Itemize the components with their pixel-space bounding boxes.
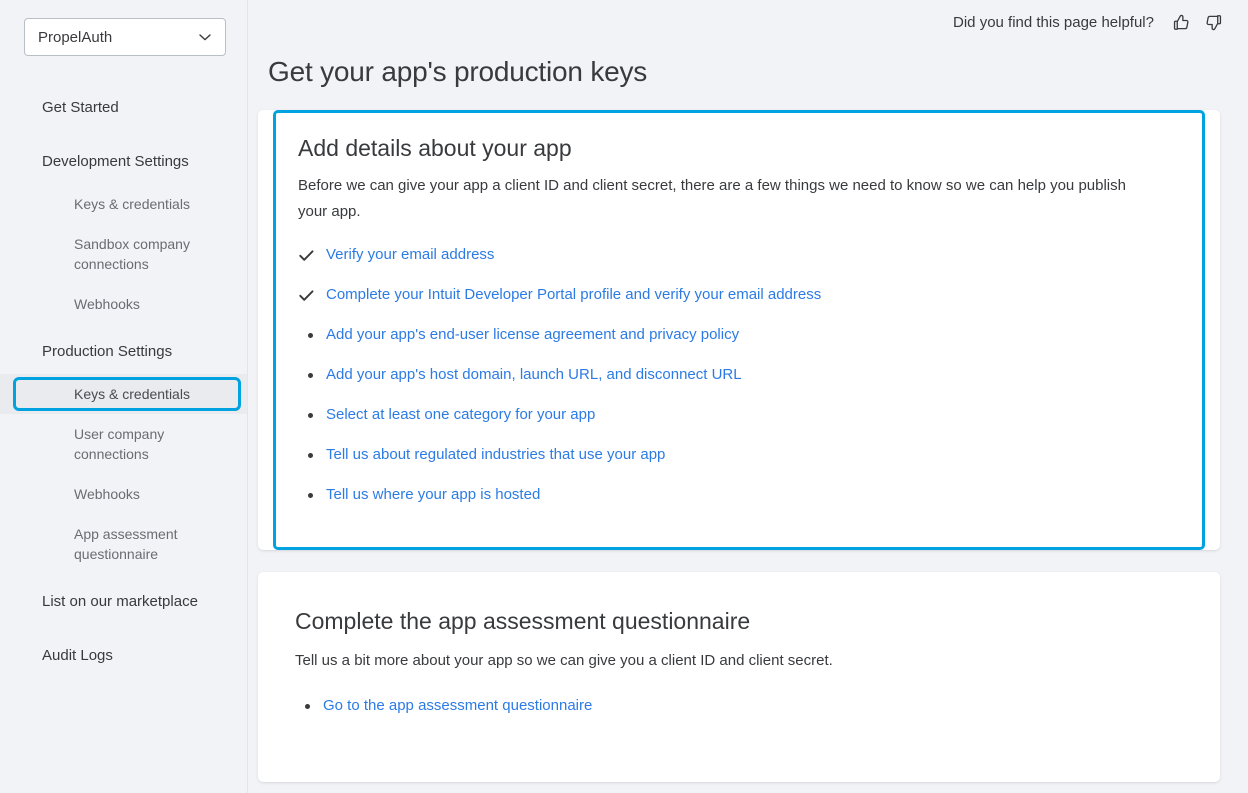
sidebar-item-label: Development Settings (42, 153, 189, 170)
list-item: Add your app's host domain, launch URL, … (298, 365, 1180, 405)
organization-select[interactable]: PropelAuth (24, 18, 226, 56)
checklist-link[interactable]: Tell us where your app is hosted (326, 485, 540, 505)
list-item: Complete your Intuit Developer Portal pr… (298, 285, 1180, 325)
checklist-link[interactable]: Verify your email address (326, 245, 494, 265)
sidebar-item-app-assessment-questionnaire[interactable]: App assessment questionnaire (0, 514, 247, 574)
check-icon (298, 245, 326, 265)
list-item: Tell us where your app is hosted (298, 485, 1180, 525)
list-item: Select at least one category for your ap… (298, 405, 1180, 445)
sidebar-item-label: Sandbox company connections (74, 236, 190, 272)
organization-select-value: PropelAuth (38, 28, 113, 46)
sidebar-item-list-on-our-marketplace[interactable]: List on our marketplace (0, 580, 247, 624)
add-details-title: Add details about your app (298, 135, 572, 161)
add-details-description: Before we can give your app a client ID … (298, 177, 1126, 220)
sidebar-item-label: App assessment questionnaire (74, 526, 178, 562)
sidebar-item-label: Keys & credentials (74, 196, 190, 212)
thumbs-down-icon[interactable] (1202, 10, 1226, 34)
main-content: Did you find this page helpful? Get your… (248, 0, 1248, 793)
sidebar-item-label: Production Settings (42, 343, 173, 360)
list-item: Verify your email address (298, 245, 1180, 285)
sidebar-nav: Get Started Development Settings Keys & … (0, 86, 247, 678)
checklist-link[interactable]: Add your app's host domain, launch URL, … (326, 365, 742, 385)
list-item: Go to the app assessment questionnaire (295, 696, 1198, 736)
sidebar-item-prod-keys-credentials[interactable]: Keys & credentials (0, 374, 247, 414)
list-item: Add your app's end-user license agreemen… (298, 325, 1180, 365)
bullet-icon (295, 696, 323, 716)
sidebar-item-dev-webhooks[interactable]: Webhooks (0, 284, 247, 324)
thumbs-up-icon[interactable] (1168, 10, 1192, 34)
bullet-icon (298, 405, 326, 425)
org-select-container: PropelAuth (0, 0, 247, 56)
sidebar: PropelAuth Get Started Development Setti… (0, 0, 248, 793)
list-item: Tell us about regulated industries that … (298, 445, 1180, 485)
checklist-link[interactable]: Tell us about regulated industries that … (326, 445, 665, 465)
sidebar-item-label: Webhooks (74, 296, 140, 312)
checklist-link[interactable]: Complete your Intuit Developer Portal pr… (326, 285, 821, 305)
add-details-card: Add details about your app Before we can… (258, 110, 1220, 550)
questionnaire-checklist: Go to the app assessment questionnaire (295, 696, 1198, 736)
bullet-icon (298, 365, 326, 385)
sidebar-item-production-settings[interactable]: Production Settings (0, 330, 247, 374)
sidebar-item-label: List on our marketplace (42, 593, 198, 610)
add-details-checklist: Verify your email address Complete your … (298, 245, 1180, 525)
page-title: Get your app's production keys (268, 56, 648, 87)
bullet-icon (298, 485, 326, 505)
sidebar-item-label: Get Started (42, 99, 119, 116)
questionnaire-title: Complete the app assessment questionnair… (295, 608, 751, 634)
sidebar-item-label: Audit Logs (42, 647, 113, 664)
sidebar-item-label: User company connections (74, 426, 165, 462)
feedback-buttons (1168, 10, 1226, 34)
sidebar-item-get-started[interactable]: Get Started (0, 86, 247, 130)
sidebar-item-label: Keys & credentials (74, 386, 190, 402)
feedback-label: Did you find this page helpful? (953, 13, 1154, 31)
content-area: Get your app's production keys Add detai… (248, 44, 1248, 782)
bullet-icon (298, 445, 326, 465)
sidebar-item-sandbox-company-connections[interactable]: Sandbox company connections (0, 224, 247, 284)
questionnaire-description: Tell us a bit more about your app so we … (295, 652, 833, 669)
sidebar-item-audit-logs[interactable]: Audit Logs (0, 634, 247, 678)
sidebar-item-dev-keys-credentials[interactable]: Keys & credentials (0, 184, 247, 224)
sidebar-item-user-company-connections[interactable]: User company connections (0, 414, 247, 474)
page-feedback: Did you find this page helpful? (953, 10, 1226, 34)
check-icon (298, 285, 326, 305)
topbar: Did you find this page helpful? (248, 0, 1248, 44)
sidebar-item-label: Webhooks (74, 486, 140, 502)
app-root: PropelAuth Get Started Development Setti… (0, 0, 1248, 793)
chevron-down-icon (197, 29, 213, 45)
checklist-link[interactable]: Go to the app assessment questionnaire (323, 696, 592, 716)
sidebar-item-prod-webhooks[interactable]: Webhooks (0, 474, 247, 514)
add-details-panel: Add details about your app Before we can… (273, 110, 1205, 550)
questionnaire-card: Complete the app assessment questionnair… (258, 572, 1220, 782)
bullet-icon (298, 325, 326, 345)
checklist-link[interactable]: Select at least one category for your ap… (326, 405, 595, 425)
checklist-link[interactable]: Add your app's end-user license agreemen… (326, 325, 739, 345)
sidebar-item-development-settings[interactable]: Development Settings (0, 140, 247, 184)
